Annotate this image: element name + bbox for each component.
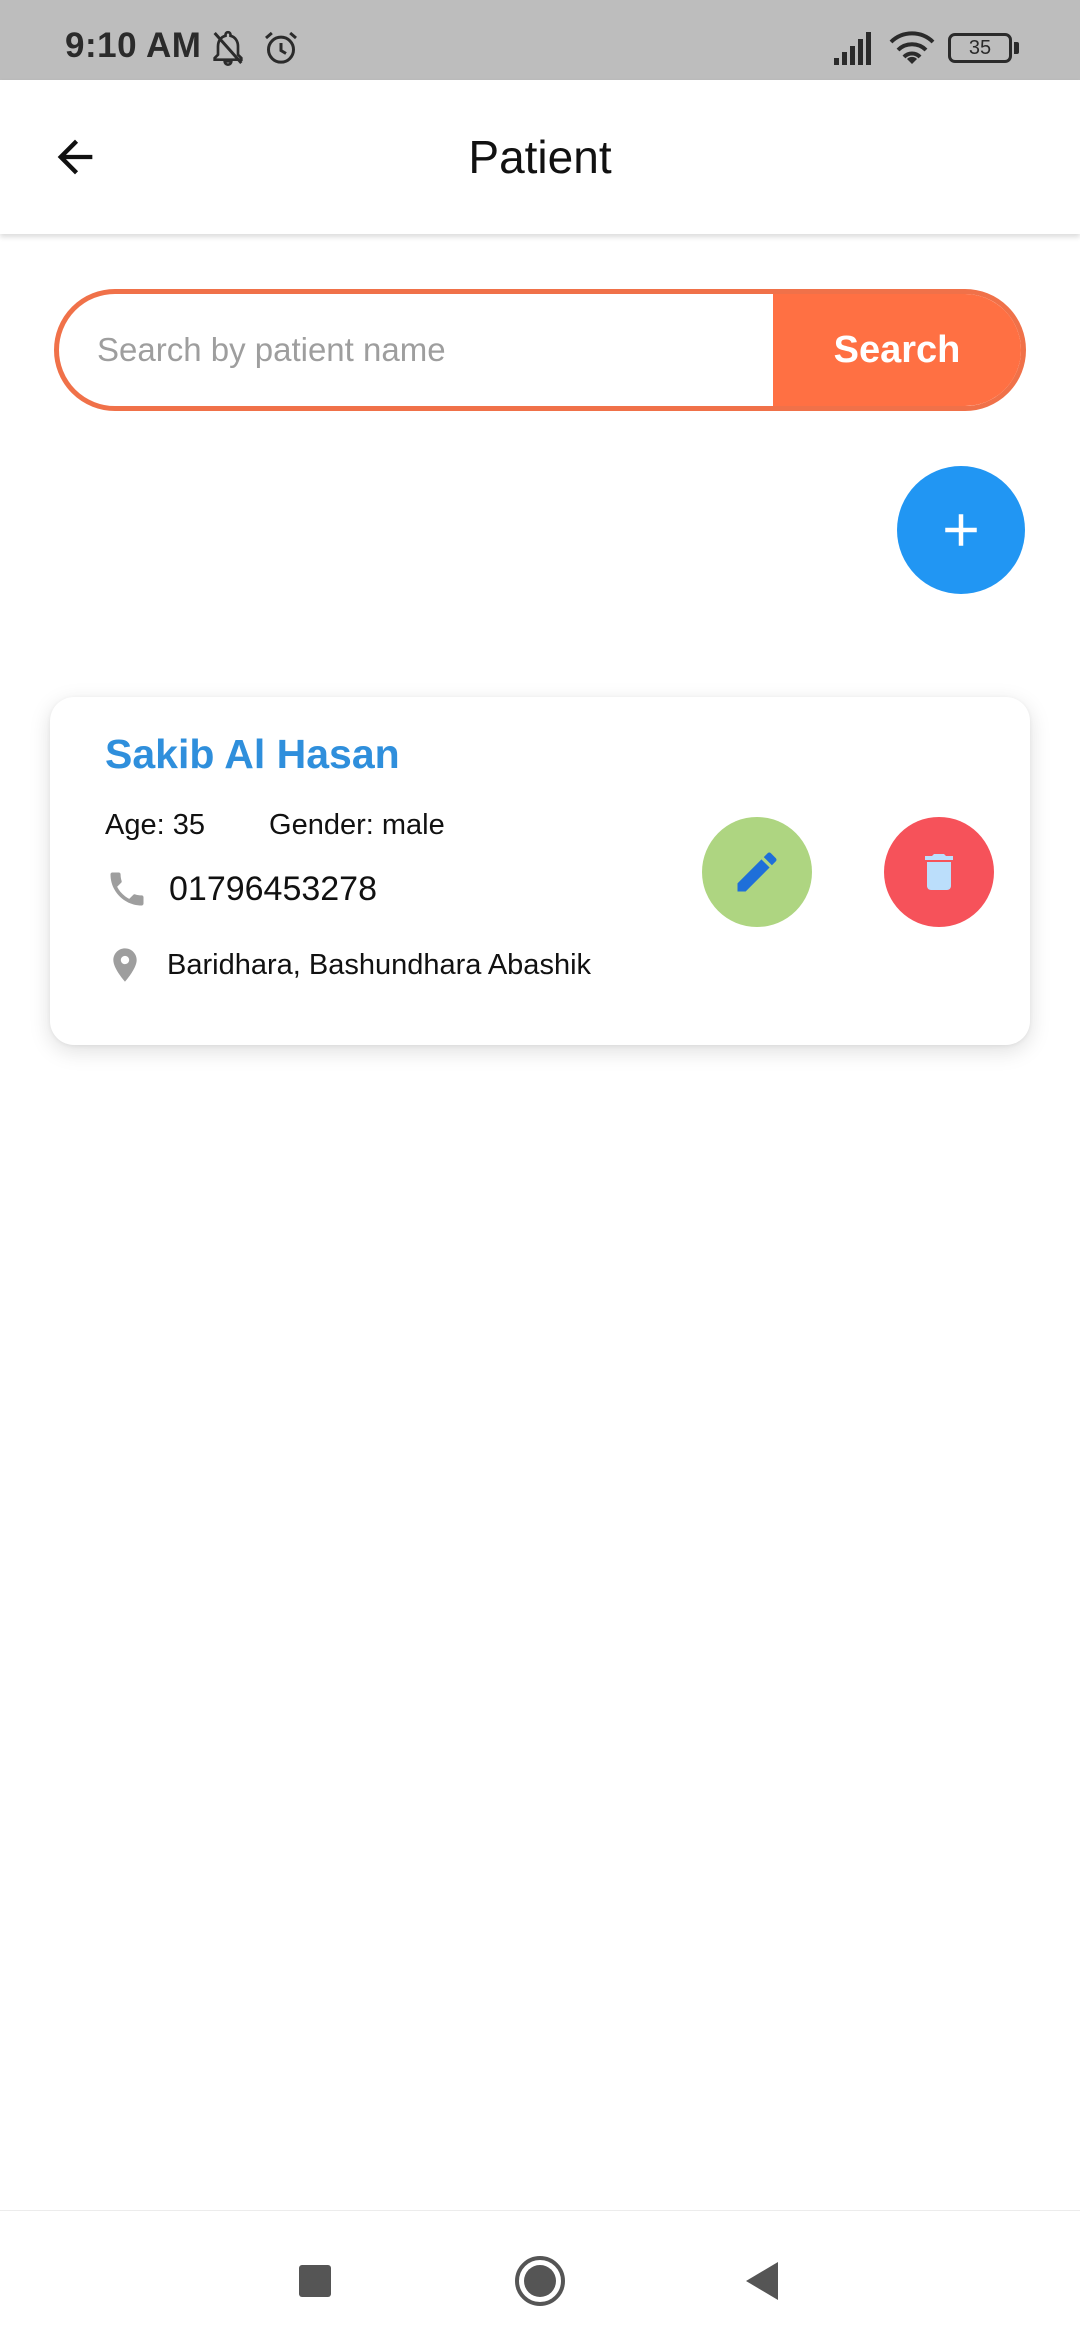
- battery-icon: 35: [948, 33, 1012, 63]
- home-button[interactable]: [510, 2251, 570, 2311]
- signal-icon: [832, 30, 876, 71]
- edit-patient-button[interactable]: [702, 817, 812, 927]
- patient-age: Age: 35: [105, 809, 205, 841]
- add-patient-button[interactable]: [897, 466, 1025, 594]
- delete-patient-button[interactable]: [884, 817, 994, 927]
- address-row: Baridhara, Bashundhara Abashik: [105, 943, 591, 987]
- app-bar: Patient: [0, 80, 1080, 234]
- trash-icon: [925, 854, 953, 890]
- recents-square-icon: [299, 2265, 331, 2297]
- screen: 9:10 AM 35 Patient Search by patient nam…: [0, 0, 1080, 2340]
- patient-phone: 01796453278: [169, 869, 378, 908]
- search-bar: Search: [54, 289, 1026, 411]
- recents-button[interactable]: [285, 2251, 345, 2311]
- nav-back-button[interactable]: [732, 2251, 792, 2311]
- page-title: Patient: [468, 131, 612, 183]
- phone-row: 01796453278: [105, 867, 377, 911]
- alarm-icon: [261, 28, 301, 73]
- pencil-icon: [737, 852, 777, 892]
- battery-level: 35: [968, 36, 992, 59]
- phone-icon: [110, 872, 144, 906]
- plus-icon: [945, 514, 977, 546]
- patient-name: Sakib Al Hasan: [105, 731, 400, 777]
- wifi-icon: [888, 28, 936, 73]
- status-time: 9:10 AM: [65, 26, 202, 65]
- patient-address: Baridhara, Bashundhara Abashik: [167, 948, 592, 981]
- patient-card[interactable]: Sakib Al Hasan Age: 35 Gender: male 0179…: [50, 697, 1030, 1045]
- system-nav-bar: [0, 2210, 1080, 2340]
- status-bar: 9:10 AM 35: [0, 0, 1080, 80]
- home-circle-icon: [515, 2256, 565, 2306]
- mute-icon: [208, 28, 248, 73]
- patient-gender: Gender: male: [269, 809, 445, 841]
- location-pin-icon: [113, 948, 137, 982]
- search-input[interactable]: [59, 294, 773, 406]
- search-button[interactable]: Search: [773, 294, 1021, 406]
- battery-tip: [1014, 42, 1019, 54]
- patient-meta: Age: 35 Gender: male: [105, 809, 501, 842]
- back-triangle-icon: [746, 2262, 778, 2300]
